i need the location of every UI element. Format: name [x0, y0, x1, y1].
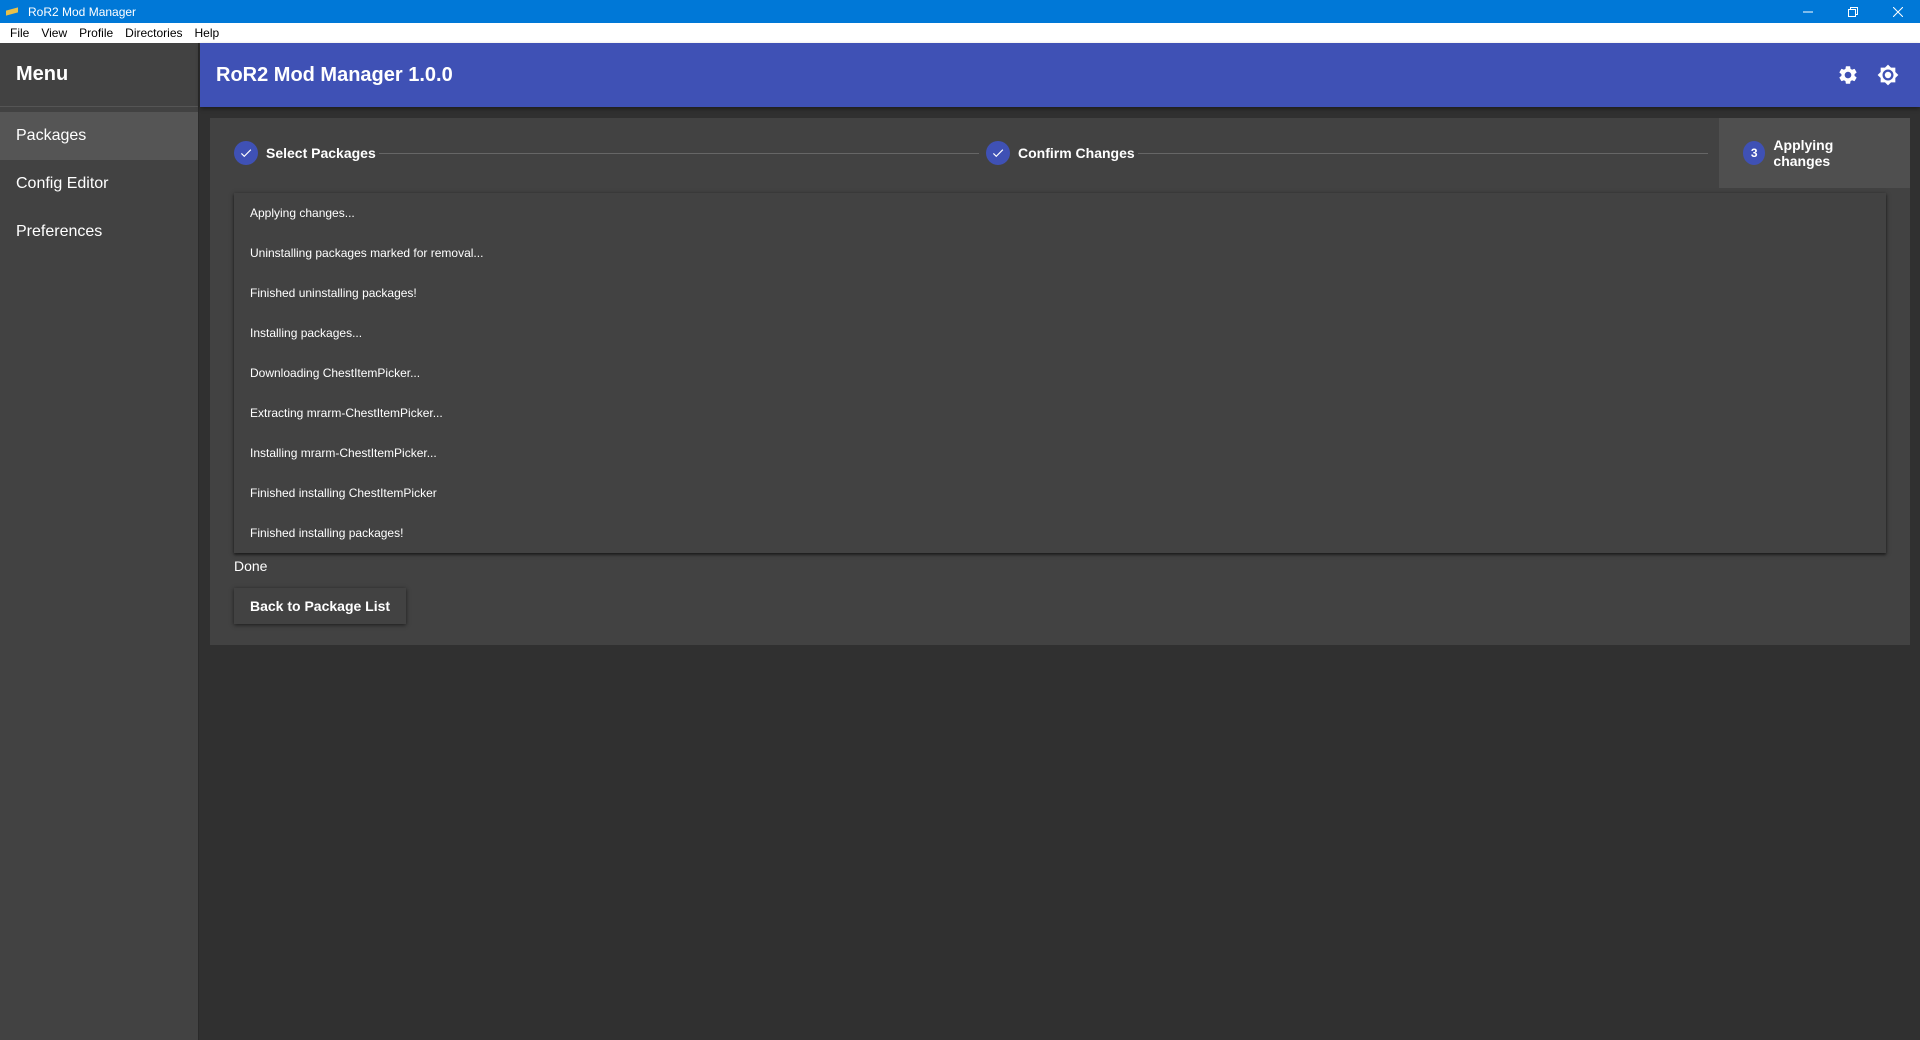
menu-file[interactable]: File — [4, 26, 35, 40]
menu-directories[interactable]: Directories — [119, 26, 188, 40]
app-bar: RoR2 Mod Manager 1.0.0 — [200, 43, 1920, 107]
minimize-icon — [1802, 11, 1813, 12]
restore-button[interactable] — [1830, 0, 1875, 23]
menu-help[interactable]: Help — [189, 26, 226, 40]
log-line: Uninstalling packages marked for removal… — [250, 246, 484, 260]
sidebar-nav: Packages Config Editor Preferences — [0, 112, 198, 256]
menu-bar: File View Profile Directories Help — [0, 23, 1920, 43]
step-applying-changes: 3 Applying changes — [1719, 118, 1910, 188]
log-line: Installing mrarm-ChestItemPicker... — [250, 446, 437, 460]
settings-icon — [1839, 66, 1857, 84]
window-titlebar: RoR2 Mod Manager — [0, 0, 1920, 23]
menu-view[interactable]: View — [35, 26, 73, 40]
appbar-actions — [1828, 43, 1908, 107]
theme-toggle-button[interactable] — [1868, 55, 1908, 95]
main-content: RoR2 Mod Manager 1.0.0 Select Packages C… — [200, 43, 1920, 1040]
status-done: Done — [234, 558, 268, 574]
app-logo-icon — [6, 7, 20, 17]
sidebar-heading: Menu — [0, 43, 198, 107]
step-label: Applying changes — [1773, 137, 1834, 169]
check-icon — [234, 141, 258, 165]
restore-icon — [1847, 6, 1858, 17]
step-select-packages: Select Packages — [234, 118, 376, 188]
close-icon — [1892, 6, 1903, 17]
sidebar-item-config-editor[interactable]: Config Editor — [0, 160, 198, 208]
step-number-badge: 3 — [1743, 141, 1766, 165]
log-line: Extracting mrarm-ChestItemPicker... — [250, 406, 443, 420]
step-connector — [1138, 153, 1708, 154]
log-line: Finished uninstalling packages! — [250, 286, 417, 300]
check-icon — [986, 141, 1010, 165]
settings-button[interactable] — [1828, 55, 1868, 95]
window-title: RoR2 Mod Manager — [28, 4, 137, 19]
back-to-package-list-button[interactable]: Back to Package List — [234, 588, 407, 624]
log-line: Finished installing packages! — [250, 526, 404, 540]
sidebar-item-packages[interactable]: Packages — [0, 112, 198, 160]
minimize-button[interactable] — [1785, 0, 1830, 23]
menu-profile[interactable]: Profile — [73, 26, 119, 40]
step-label: Confirm Changes — [1018, 145, 1135, 161]
step-label: Select Packages — [266, 145, 376, 161]
theme-icon — [1877, 64, 1899, 86]
sidebar-item-preferences[interactable]: Preferences — [0, 208, 198, 256]
log-line: Applying changes... — [250, 206, 355, 220]
page-title: RoR2 Mod Manager 1.0.0 — [216, 63, 453, 86]
step-connector — [379, 153, 979, 154]
step-confirm-changes: Confirm Changes — [986, 118, 1135, 188]
progress-log: Applying changes... Uninstalling package… — [234, 193, 1886, 553]
apply-changes-card: Select Packages Confirm Changes 3 Applyi… — [210, 118, 1910, 645]
log-line: Installing packages... — [250, 326, 363, 340]
log-line: Finished installing ChestItemPicker — [250, 486, 437, 500]
log-line: Downloading ChestItemPicker... — [250, 366, 421, 380]
close-button[interactable] — [1875, 0, 1920, 23]
stepper: Select Packages Confirm Changes 3 Applyi… — [210, 118, 1910, 188]
window-controls — [1785, 0, 1920, 23]
sidebar: Menu Packages Config Editor Preferences — [0, 43, 199, 1040]
